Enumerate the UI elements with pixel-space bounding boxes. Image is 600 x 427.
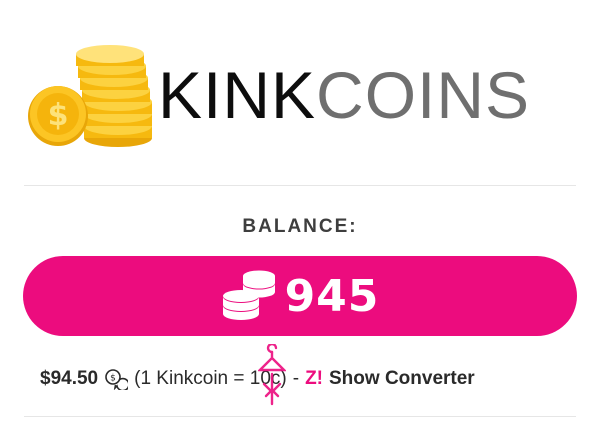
balance-amount: 945 bbox=[284, 270, 380, 322]
brand-name-part1: KINK bbox=[158, 58, 317, 132]
divider-bottom bbox=[24, 416, 576, 417]
separator: - bbox=[292, 368, 300, 389]
converter-icon[interactable]: Z! bbox=[305, 368, 323, 390]
balance-label: BALANCE: bbox=[242, 216, 358, 237]
svg-text:$: $ bbox=[110, 374, 116, 384]
balance-button[interactable]: 945 bbox=[23, 256, 577, 336]
logo: $ KINKCOINS bbox=[22, 42, 582, 152]
coin-stack-icon bbox=[222, 270, 275, 320]
usd-value: $94.50 bbox=[40, 368, 99, 389]
hanger-watermark-icon bbox=[258, 344, 286, 406]
gold-coin-stack-icon: $ bbox=[28, 45, 152, 147]
show-converter-link[interactable]: Show Converter bbox=[329, 368, 475, 390]
divider-top bbox=[24, 185, 576, 186]
brand-name-part2: COINS bbox=[316, 58, 531, 132]
dollar-chat-icon: $ bbox=[105, 369, 129, 390]
brand-name: KINKCOINS bbox=[158, 62, 530, 128]
svg-text:$: $ bbox=[48, 98, 69, 133]
